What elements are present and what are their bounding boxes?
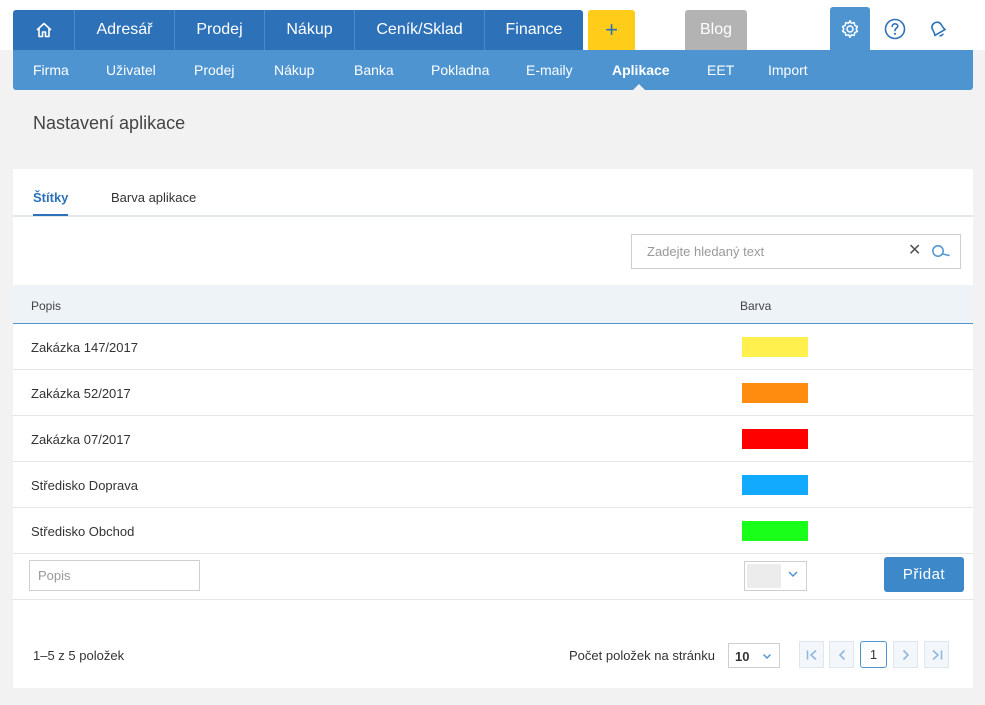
main-nav: Adresář Prodej Nákup Ceník/Sklad Finance	[13, 10, 583, 50]
per-page-label: Počet položek na stránku	[569, 648, 715, 663]
tab-bar: Štítky Barva aplikace	[13, 169, 973, 217]
table-header: Popis Barva	[13, 285, 973, 324]
color-swatch	[742, 521, 808, 541]
first-page-icon	[806, 649, 817, 660]
color-picker-dropdown[interactable]	[744, 561, 807, 591]
nav-finance[interactable]: Finance	[485, 10, 583, 50]
subnav-nakup[interactable]: Nákup	[274, 50, 314, 90]
subnav-prodej[interactable]: Prodej	[194, 50, 234, 90]
search-button[interactable]	[931, 244, 951, 265]
row-description: Středisko Obchod	[31, 524, 135, 539]
chevron-right-icon	[902, 649, 909, 660]
current-page-button[interactable]: 1	[860, 641, 887, 668]
nav-cenik-sklad[interactable]: Ceník/Sklad	[355, 10, 485, 50]
subnav-pokladna[interactable]: Pokladna	[431, 50, 489, 90]
settings-button[interactable]	[830, 7, 870, 50]
subnav-emaily[interactable]: E-maily	[526, 50, 573, 90]
settings-card: Štítky Barva aplikace ✕ Popis Barva Zaká…	[13, 169, 973, 688]
page-title: Nastavení aplikace	[33, 113, 186, 133]
table-row[interactable]: Středisko Obchod	[13, 508, 973, 554]
color-swatch	[742, 429, 808, 449]
tab-barva-aplikace[interactable]: Barva aplikace	[111, 190, 196, 205]
per-page-select[interactable]: 10	[728, 643, 780, 668]
column-header-barva[interactable]: Barva	[740, 299, 771, 313]
color-swatch	[742, 475, 808, 495]
subnav-banka[interactable]: Banka	[354, 50, 394, 90]
nav-prodej[interactable]: Prodej	[175, 10, 265, 50]
row-description: Zakázka 52/2017	[31, 386, 131, 401]
last-page-button[interactable]	[924, 641, 949, 668]
search-input[interactable]	[632, 235, 897, 268]
color-swatch	[742, 337, 808, 357]
add-tag-button[interactable]: Přidat	[884, 557, 964, 592]
add-tag-row: Přidat	[13, 554, 973, 600]
help-icon	[884, 18, 906, 40]
next-page-button[interactable]	[893, 641, 918, 668]
table-row[interactable]: Zakázka 52/2017	[13, 370, 973, 416]
nav-nakup[interactable]: Nákup	[265, 10, 355, 50]
table-row[interactable]: Středisko Doprava	[13, 462, 973, 508]
column-header-popis[interactable]: Popis	[31, 299, 61, 313]
search-icon	[932, 245, 950, 257]
previous-page-button[interactable]	[829, 641, 854, 668]
color-swatch	[742, 383, 808, 403]
chevron-left-icon	[838, 649, 845, 660]
table-row[interactable]: Zakázka 147/2017	[13, 324, 973, 370]
subnav-import[interactable]: Import	[768, 50, 808, 90]
clear-icon[interactable]: ✕	[908, 243, 921, 259]
color-picker-preview	[747, 564, 781, 588]
home-button[interactable]	[13, 10, 75, 50]
search-box: ✕	[631, 234, 961, 269]
bell-icon	[931, 21, 946, 37]
add-new-button[interactable]: +	[588, 10, 635, 50]
active-caret	[633, 84, 645, 90]
item-count: 1–5 z 5 položek	[33, 648, 125, 663]
nav-adresar[interactable]: Adresář	[75, 10, 175, 50]
sub-nav: Firma Uživatel Prodej Nákup Banka Poklad…	[13, 50, 973, 90]
subnav-uzivatel[interactable]: Uživatel	[106, 50, 156, 90]
new-tag-description-input[interactable]	[29, 560, 200, 591]
subnav-firma[interactable]: Firma	[33, 50, 69, 90]
table-row[interactable]: Zakázka 07/2017	[13, 416, 973, 462]
per-page-value: 10	[735, 649, 750, 664]
gear-icon	[841, 19, 859, 38]
row-description: Zakázka 07/2017	[31, 432, 131, 447]
tab-stitky[interactable]: Štítky	[33, 190, 69, 216]
first-page-button[interactable]	[799, 641, 824, 668]
top-bar: Adresář Prodej Nákup Ceník/Sklad Finance…	[0, 0, 985, 50]
blog-button[interactable]: Blog	[685, 10, 747, 50]
last-page-icon	[931, 649, 942, 660]
notifications-button[interactable]	[923, 14, 953, 44]
help-button[interactable]	[880, 14, 910, 44]
row-description: Zakázka 147/2017	[31, 340, 138, 355]
row-description: Středisko Doprava	[31, 478, 138, 493]
chevron-down-icon	[788, 571, 798, 578]
home-icon	[35, 22, 52, 38]
subnav-eet[interactable]: EET	[707, 50, 734, 90]
chevron-down-icon	[763, 654, 771, 659]
